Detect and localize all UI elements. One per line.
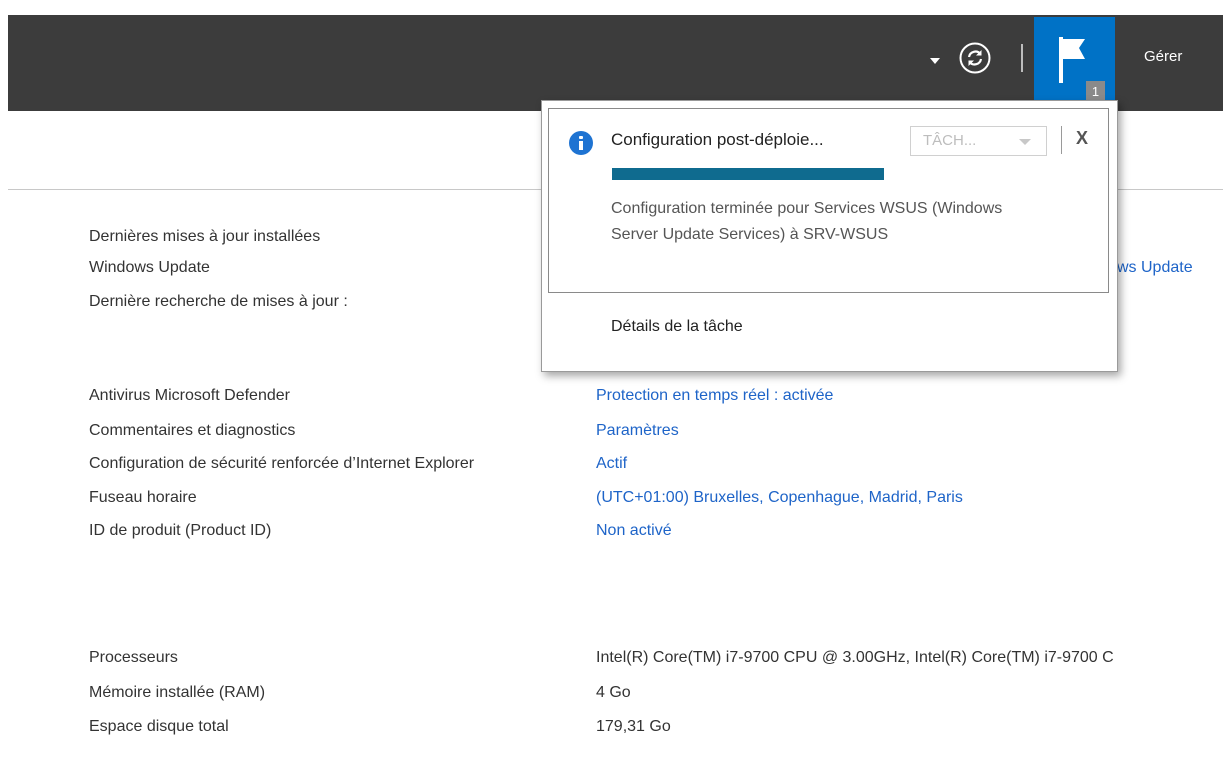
popup-separator [1061,126,1062,154]
prop-label-ram: Mémoire installée (RAM) [89,684,266,701]
prop-label-windows-update: Windows Update [89,259,210,276]
info-icon [569,131,593,155]
chevron-down-icon [1019,139,1031,145]
progress-bar [612,168,884,180]
notification-count-badge: 1 [1086,81,1105,102]
prop-value-windows-update[interactable]: ws Update [1117,258,1193,278]
notification-card: Configuration post-déploie... TÂCH... X … [548,108,1109,293]
toolbar-separator [1021,44,1023,72]
close-button[interactable]: X [1076,128,1088,149]
prop-label-processors: Processeurs [89,649,178,666]
notification-message: Configuration terminée pour Services WSU… [611,200,1003,243]
prop-label-disk: Espace disque total [89,718,229,735]
tasks-dropdown-label: TÂCH... [923,132,977,149]
prop-label-feedback: Commentaires et diagnostics [89,422,296,439]
manage-menu[interactable]: Gérer [1144,48,1182,65]
refresh-icon[interactable] [959,42,991,74]
flag-icon [1059,37,1085,83]
prop-value-feedback[interactable]: Paramètres [596,421,679,441]
prop-value-product-id[interactable]: Non activé [596,521,672,541]
prop-label-timezone: Fuseau horaire [89,489,197,506]
notification-popup: Configuration post-déploie... TÂCH... X … [541,100,1118,372]
tasks-dropdown[interactable]: TÂCH... [910,126,1047,156]
progress-bar-fill [612,168,884,180]
prop-label-last-updates: Dernières mises à jour installées [89,228,321,245]
prop-value-processors: Intel(R) Core(TM) i7-9700 CPU @ 3.00GHz,… [596,649,1114,666]
prop-label-product-id: ID de produit (Product ID) [89,522,272,539]
prop-label-ie-esc: Configuration de sécurité renforcée d’In… [89,455,475,472]
prop-value-defender[interactable]: Protection en temps réel : activée [596,386,833,406]
task-details-link[interactable]: Détails de la tâche [611,318,743,336]
notifications-flag-button[interactable]: 1 [1034,17,1115,111]
chevron-down-icon[interactable] [930,58,940,64]
prop-label-last-check: Dernière recherche de mises à jour : [89,293,348,310]
prop-value-ie-esc[interactable]: Actif [596,454,627,474]
prop-value-ram: 4 Go [596,684,631,701]
prop-value-disk: 179,31 Go [596,718,671,735]
prop-value-timezone[interactable]: (UTC+01:00) Bruxelles, Copenhague, Madri… [596,488,963,508]
prop-label-defender: Antivirus Microsoft Defender [89,387,290,404]
notification-title: Configuration post-déploie... [611,130,824,149]
